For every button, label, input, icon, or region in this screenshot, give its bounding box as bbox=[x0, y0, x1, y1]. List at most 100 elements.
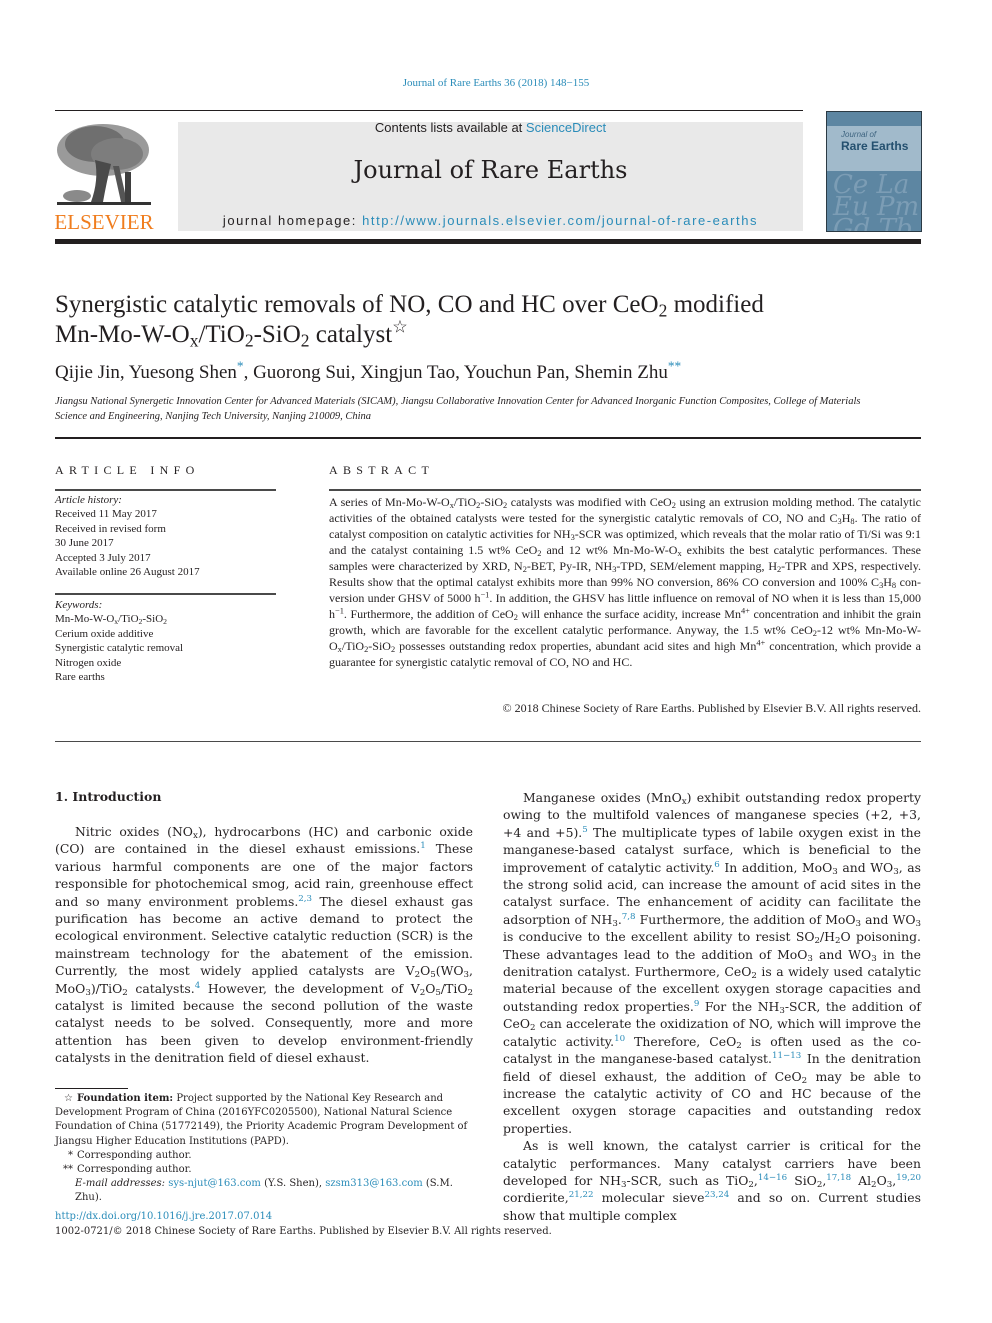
text-run: O bbox=[425, 980, 436, 996]
cover-small-title: Journal of bbox=[841, 130, 877, 139]
text-run: /H bbox=[820, 929, 835, 945]
citation-ref[interactable]: 21,22 bbox=[569, 1191, 594, 1201]
footnotes: ☆ Foundation item: Project supported by t… bbox=[55, 1092, 473, 1206]
text-line: Synergistic catalytic removals of NO, CO… bbox=[55, 290, 915, 320]
double-asterisk-marker: ** bbox=[63, 1164, 73, 1176]
text-line: Mn-Mo-W-Ox/TiO2-SiO2 bbox=[55, 612, 276, 626]
subscript: 2 bbox=[467, 987, 473, 998]
email-owner: (Y.S. Shen), bbox=[260, 1178, 326, 1190]
text-run: catalysts. bbox=[127, 980, 195, 996]
history-label: Article history: bbox=[55, 494, 122, 506]
citation-ref[interactable]: ** bbox=[668, 359, 681, 374]
foundation-label: Foundation item: bbox=[77, 1093, 174, 1104]
text-run: and WO bbox=[837, 859, 894, 875]
abstract-heading: ABSTRACT bbox=[329, 463, 435, 477]
text-run: )/TiO bbox=[90, 980, 123, 996]
text-run: /TiO bbox=[198, 321, 245, 348]
text-run: /TiO bbox=[440, 980, 468, 996]
citation-ref[interactable]: 2,3 bbox=[298, 894, 312, 904]
paragraph: Manganese oxides (MnOx) exhibit outstand… bbox=[503, 789, 921, 1137]
citation-ref[interactable]: * bbox=[237, 359, 244, 374]
text-run: Nitric oxides (NO bbox=[75, 824, 193, 839]
citation-ref[interactable]: 11−13 bbox=[772, 1051, 801, 1061]
subscript: 2 bbox=[300, 330, 310, 351]
paragraph: As is well known, the catalyst carrier i… bbox=[503, 1137, 921, 1224]
text-run: /TiO bbox=[453, 495, 477, 509]
text-line: Mn-Mo-W-Ox/TiO2-SiO2 catalyst☆ bbox=[55, 318, 915, 351]
divider bbox=[55, 489, 276, 491]
article-title: Synergistic catalytic removals of NO, CO… bbox=[55, 290, 915, 350]
text-run: catalyst is limited because the second p… bbox=[55, 998, 473, 1066]
affiliation: Jiangsu National Synergetic Innovation C… bbox=[55, 396, 861, 422]
text-run: -SiO bbox=[368, 639, 391, 653]
text-run: -SiO bbox=[253, 321, 301, 348]
masthead-bottom-rule bbox=[55, 239, 921, 244]
superscript: ☆ bbox=[392, 316, 408, 337]
elsevier-logo[interactable]: ELSEVIER bbox=[53, 120, 155, 234]
journal-cover-image[interactable]: Journal of Rare Earths Ce La Eu Pm Gd Tb bbox=[826, 111, 922, 232]
issn-copyright: 1002-0721/© 2018 Chinese Society of Rare… bbox=[55, 1226, 552, 1237]
text-run: Manganese oxides (MnO bbox=[523, 790, 682, 805]
text-run: Therefore, CeO bbox=[625, 1033, 737, 1049]
sciencedirect-link[interactable]: ScienceDirect bbox=[526, 120, 606, 135]
text-run: possesses outstanding redox properties, … bbox=[395, 639, 757, 653]
text-run: and 12 wt% Mn-Mo-W-O bbox=[541, 543, 678, 557]
journal-homepage: journal homepage: http://www.journals.el… bbox=[178, 213, 803, 228]
body-column-left: Nitric oxides (NOx), hydrocarbons (HC) a… bbox=[55, 823, 473, 1067]
text-run: Al bbox=[851, 1172, 872, 1188]
paragraph: A series of Mn-Mo-W-Ox/TiO2-SiO2 catalys… bbox=[329, 494, 921, 670]
text-run: Furthermore, the addition of MoO bbox=[635, 911, 856, 927]
footnote-emails: E-mail addresses: sys-njut@163.com (Y.S.… bbox=[55, 1177, 473, 1205]
text-run: . Furthermore, the addition of CeO bbox=[343, 607, 514, 621]
email-link-zhu[interactable]: szsm313@163.com bbox=[325, 1178, 422, 1189]
text-line: Synergistic catalytic removal bbox=[55, 641, 276, 655]
running-head[interactable]: Journal of Rare Earths 36 (2018) 148−155 bbox=[0, 77, 992, 89]
keyword-list: Mn-Mo-W-Ox/TiO2-SiO2 Cerium oxide additiv… bbox=[55, 612, 276, 684]
text-run: -SCR, such as TiO bbox=[626, 1172, 749, 1188]
homepage-link[interactable]: http://www.journals.elsevier.com/journal… bbox=[362, 213, 758, 228]
cover-element-letters: Ce La Eu Pm Gd Tb bbox=[833, 170, 920, 232]
text-run: Qijie Jin, Yuesong Shen bbox=[55, 362, 237, 383]
email-label: E-mail addresses: bbox=[75, 1178, 166, 1190]
text-run: O bbox=[420, 963, 431, 979]
history-item: 30 June 2017 bbox=[55, 537, 114, 550]
text-run: -SiO bbox=[480, 495, 504, 509]
text-run: /TiO bbox=[341, 639, 365, 653]
text-run: Synergistic catalytic removal bbox=[55, 642, 184, 655]
text-line: Rare earths bbox=[55, 670, 276, 684]
text-run: and WO bbox=[812, 946, 872, 962]
text-run: Cerium oxide additive bbox=[55, 627, 154, 640]
body-column-right: Manganese oxides (MnOx) exhibit outstand… bbox=[503, 789, 921, 1224]
doi-link[interactable]: http://dx.doi.org/10.1016/j.jre.2017.07.… bbox=[55, 1211, 272, 1222]
citation-ref[interactable]: 14−16 bbox=[758, 1173, 787, 1183]
email-link-shen[interactable]: sys-njut@163.com bbox=[168, 1178, 261, 1189]
subscript: 3 bbox=[915, 919, 921, 929]
text-run: (WO bbox=[435, 963, 464, 979]
citation-ref[interactable]: 23,24 bbox=[704, 1191, 729, 1201]
citation-ref[interactable]: 7,8 bbox=[622, 912, 636, 922]
history-item: Accepted 3 July 2017 bbox=[55, 551, 151, 564]
corresponding-text: Corresponding author. bbox=[77, 1164, 192, 1176]
citation-ref[interactable]: 10 bbox=[614, 1034, 625, 1044]
text-run: -BET, Py-IR, NH bbox=[526, 559, 613, 573]
footnote-corresponding-1: * Corresponding author. bbox=[55, 1149, 473, 1163]
author-list: Qijie Jin, Yuesong Shen*, Guorong Sui, X… bbox=[55, 359, 915, 384]
subscript: 2 bbox=[244, 330, 254, 351]
article-info-heading: ARTICLE INFO bbox=[55, 463, 200, 477]
abstract-text: A series of Mn-Mo-W-Ox/TiO2-SiO2 catalys… bbox=[329, 494, 921, 670]
text-run: Mn-Mo-W-O bbox=[55, 613, 115, 626]
subscript: 2 bbox=[163, 617, 167, 627]
citation-ref[interactable]: 17,18 bbox=[826, 1173, 851, 1183]
text-run: , Guorong Sui, Xingjun Tao, Youchun Pan,… bbox=[243, 362, 668, 383]
text-run: In addition, MoO bbox=[719, 859, 833, 875]
abstract-copyright: © 2018 Chinese Society of Rare Earths. P… bbox=[502, 701, 922, 715]
history-item: Available online 26 August 2017 bbox=[55, 566, 200, 579]
citation-ref[interactable]: 19,20 bbox=[896, 1173, 921, 1183]
text-run: molecular sieve bbox=[593, 1190, 705, 1206]
footnote-rule bbox=[55, 1088, 128, 1089]
section-heading-introduction: 1. Introduction bbox=[55, 789, 162, 804]
keywords: Keywords: Mn-Mo-W-Ox/TiO2-SiO2 Cerium oxi… bbox=[55, 598, 276, 684]
text-run: O bbox=[876, 1172, 887, 1188]
text-run: catalysts was modified with CeO bbox=[507, 495, 672, 509]
asterisk-marker: * bbox=[68, 1149, 73, 1161]
